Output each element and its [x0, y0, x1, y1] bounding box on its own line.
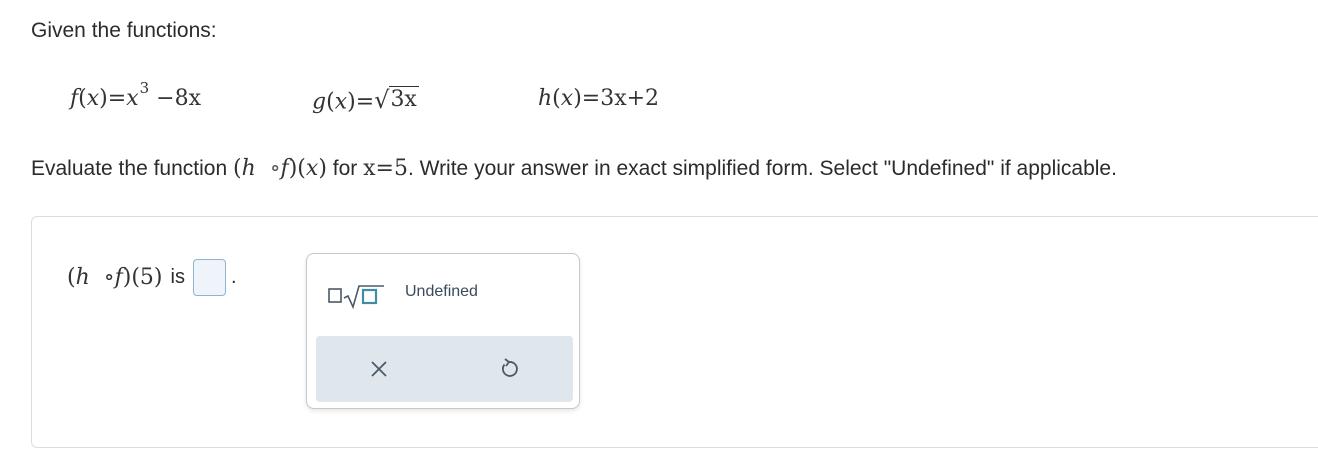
intro-text: Given the functions:: [31, 19, 217, 42]
function-f: f(x)=x3 −8x: [70, 79, 202, 111]
answer-period: .: [230, 266, 237, 288]
page: Given the functions: f(x)=x3 −8x g(x)= √ 3…: [0, 0, 1318, 470]
answer-input[interactable]: [192, 259, 226, 296]
close-icon: [371, 361, 387, 377]
prompt-condition: x=5: [363, 156, 408, 181]
answer-outer: h: [75, 265, 90, 290]
prompt-middle: for: [332, 157, 358, 180]
prompt-after: . Write your answer in exact simplified …: [407, 157, 1117, 180]
square-root-template-icon: [328, 285, 384, 310]
answer-compose-operator: ∘: [103, 265, 115, 290]
undo-icon: [502, 358, 518, 377]
function-f-name: f: [70, 86, 79, 111]
answer-area: [31, 216, 1318, 448]
function-g-name: g: [312, 89, 327, 115]
undo-button[interactable]: [494, 354, 524, 384]
clear-button[interactable]: [364, 354, 394, 384]
compose-operator: ∘: [269, 156, 281, 181]
answer-expression: (h ∘f)(5): [67, 265, 163, 290]
function-f-base: x: [126, 86, 139, 111]
function-h-var: x: [560, 86, 574, 111]
function-f-rest: −8x: [156, 86, 202, 111]
function-g-sqrt: √ 3x: [374, 86, 419, 112]
answer-inner: f: [114, 265, 123, 290]
function-g: g(x)= √ 3x: [312, 86, 419, 115]
function-h: h(x)=3x+2: [538, 86, 660, 111]
question-prompt: Evaluate the function (h ∘f)(x) for x=5.…: [31, 156, 1117, 181]
undefined-button[interactable]: Undefined: [405, 283, 478, 301]
radical-sign-icon: √: [374, 86, 390, 115]
prompt-outer: h: [241, 156, 256, 181]
function-h-name: h: [538, 86, 553, 111]
square-root-template-button[interactable]: [327, 282, 387, 310]
answer-arg: 5: [139, 265, 154, 290]
prompt-before: Evaluate the function: [31, 157, 228, 180]
math-palette: Undefined: [306, 253, 580, 409]
prompt-var: x: [305, 156, 319, 181]
action-tray: [316, 336, 573, 402]
answer-line: (h ∘f)(5) is .: [67, 259, 237, 296]
answer-is-label: is: [170, 266, 185, 288]
function-f-var: x: [86, 86, 100, 111]
function-g-var: x: [334, 89, 348, 115]
prompt-composition: (h ∘f)(x): [232, 156, 327, 181]
prompt-inner: f: [280, 156, 289, 181]
function-h-expr: 3x+2: [600, 86, 660, 111]
function-f-exponent: 3: [139, 79, 150, 97]
function-g-radicand: 3x: [389, 86, 419, 112]
